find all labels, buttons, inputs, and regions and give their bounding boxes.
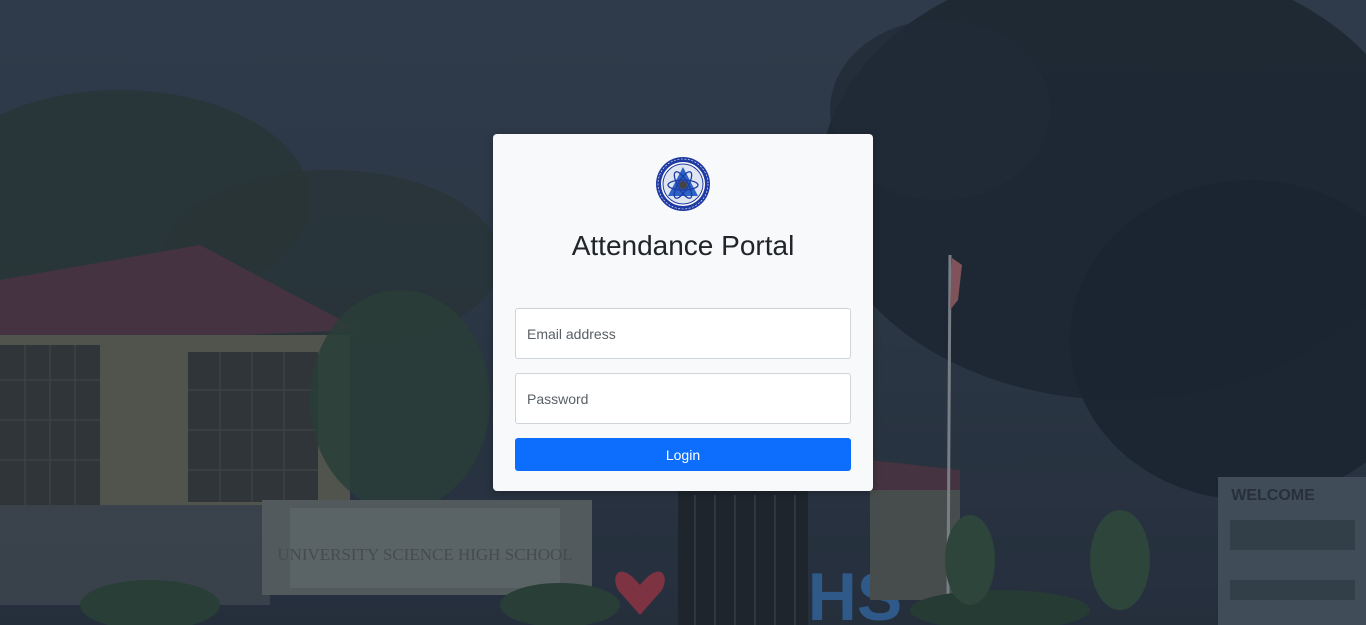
page-title: Attendance Portal [571, 230, 795, 261]
login-button[interactable]: Login [515, 438, 851, 471]
school-seal-icon [656, 157, 710, 211]
login-card: Attendance Portal Login [493, 134, 873, 491]
email-field[interactable] [515, 308, 851, 359]
password-field[interactable] [515, 373, 851, 424]
